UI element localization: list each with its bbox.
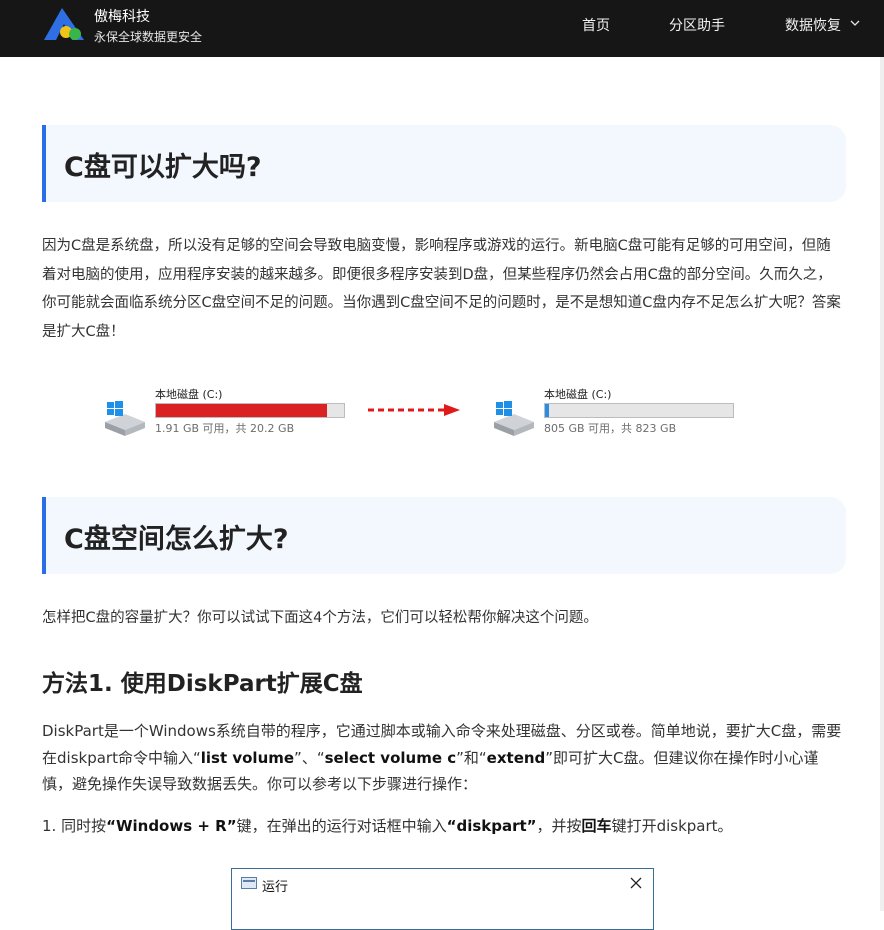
drive-windows-icon [105, 401, 145, 436]
step-key: “Windows + R” [106, 817, 237, 835]
step-text: 键，在弹出的运行对话框中输入 [236, 817, 447, 835]
site-header: 傲梅科技 永保全球数据更安全 首页 分区助手 数据恢复 [0, 0, 884, 57]
page-scrollbar[interactable] [880, 57, 884, 911]
run-dialog-screenshot: 运行 [231, 868, 654, 930]
drive-windows-icon [494, 401, 534, 436]
nav-data-recovery[interactable]: 数据恢复 [785, 15, 841, 35]
step-enter-key: 回车 [581, 817, 612, 835]
command-list-volume: list volume [200, 748, 295, 767]
disk-label: 本地磁盘 (C:) [155, 388, 223, 401]
run-dialog-title: 运行 [262, 880, 289, 895]
nav-home[interactable]: 首页 [582, 15, 610, 35]
section-heading: C盘空间怎么扩大? [64, 524, 289, 555]
disk-usage-fill [545, 404, 549, 417]
disk-usage-bar [544, 403, 734, 418]
desc-text: ”、“ [294, 748, 325, 767]
run-app-icon [241, 877, 257, 889]
command-extend: extend [486, 748, 546, 767]
section-heading-box: C盘可以扩大吗? [42, 125, 846, 202]
section-heading: C盘可以扩大吗? [64, 152, 262, 183]
command-select-volume: select volume c [324, 748, 457, 767]
brand-name[interactable]: 傲梅科技 [94, 6, 150, 26]
desc-text: ”和“ [456, 748, 487, 767]
disk-size-text: 1.91 GB 可用，共 20.2 GB [155, 422, 295, 435]
step-command: “diskpart” [446, 817, 537, 835]
disk-before: 本地磁盘 (C:) 1.91 GB 可用，共 20.2 GB [103, 386, 353, 436]
arrow-right-icon [368, 404, 460, 416]
step-text: 键打开diskpart。 [611, 817, 733, 835]
disk-usage-bar [155, 403, 345, 418]
step-1: 1. 同时按“Windows + R”键，在弹出的运行对话框中输入“diskpa… [42, 812, 842, 841]
brand-slogan: 永保全球数据更安全 [94, 30, 203, 44]
disk-label: 本地磁盘 (C:) [544, 388, 612, 401]
disk-usage-fill [156, 404, 328, 417]
aomei-logo-icon[interactable] [42, 6, 86, 42]
close-icon[interactable] [628, 875, 644, 891]
step-text: ，并按 [536, 817, 582, 835]
method-description: DiskPart是一个Windows系统自带的程序，它通过脚本或输入命令来处理磁… [42, 718, 842, 798]
nav-partition-assistant[interactable]: 分区助手 [669, 15, 725, 35]
chevron-down-icon[interactable] [850, 18, 860, 28]
method-title: 方法1. 使用DiskPart扩展C盘 [42, 671, 363, 697]
disk-size-text: 805 GB 可用，共 823 GB [544, 422, 677, 435]
intro-paragraph: 因为C盘是系统盘，所以没有足够的空间会导致电脑变慢，影响程序或游戏的运行。新电脑… [42, 238, 841, 340]
disk-after: 本地磁盘 (C:) 805 GB 可用，共 823 GB [492, 386, 742, 436]
section2-paragraph: 怎样把C盘的容量扩大？你可以试试下面这4个方法，它们可以轻松帮你解决这个问题。 [42, 610, 598, 626]
step-text: 1. 同时按 [42, 817, 107, 835]
section-heading-box: C盘空间怎么扩大? [42, 497, 846, 574]
